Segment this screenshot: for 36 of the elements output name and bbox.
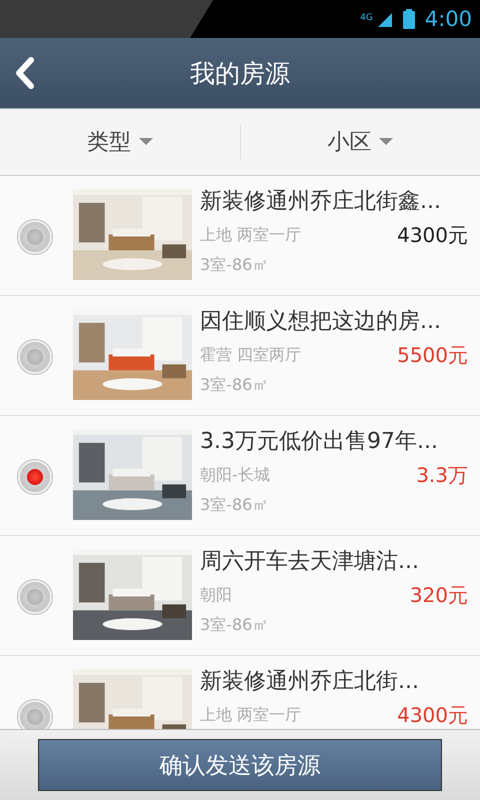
listing-location: 朝阳-长城 — [200, 464, 270, 486]
listing-price: 320元 — [410, 582, 468, 608]
battery-icon — [402, 9, 415, 29]
radio-button[interactable] — [18, 340, 52, 374]
back-chevron-icon — [14, 56, 36, 90]
network-label: 4G — [360, 13, 373, 23]
listing-detail: 3室-86㎡ — [200, 254, 270, 276]
radio-button[interactable] — [18, 580, 52, 614]
listing-detail: 3室-86㎡ — [200, 494, 270, 516]
back-button[interactable] — [14, 56, 36, 90]
listing-title: 周六开车去天津塘沽... — [200, 548, 420, 576]
listing-detail: 3室-86㎡ — [200, 614, 270, 636]
filter-dropdown[interactable]: 小区 — [240, 126, 480, 158]
radio-button[interactable] — [18, 460, 52, 494]
radio-button[interactable] — [18, 700, 52, 729]
listing-location: 霍营 四室两厅 — [200, 344, 302, 366]
listing-title: 3.3万元低价出售97年... — [200, 428, 439, 456]
listing-price: 5500元 — [397, 342, 468, 368]
filter-dropdown[interactable]: 类型 — [0, 126, 240, 158]
listing-price: 3.3万 — [416, 462, 468, 488]
listing-title: 新装修通州乔庄北街鑫... — [200, 188, 442, 216]
listing-detail: 3室-86㎡ — [200, 374, 270, 396]
signal-icon — [376, 11, 393, 27]
caret-icon — [138, 138, 153, 146]
listing-title: 新装修通州乔庄北街... — [200, 668, 420, 696]
clock-time: 4:00 — [424, 7, 472, 31]
radio-button[interactable] — [18, 220, 52, 254]
listing-title: 因住顺义想把这边的房... — [200, 308, 442, 336]
listing-price: 4300元 — [397, 222, 468, 248]
listing-location: 上地 两室一厅 — [200, 704, 302, 726]
confirm-button[interactable]: 确认发送该房源 — [38, 739, 442, 791]
listing-location: 朝阳 — [200, 584, 232, 606]
caret-icon — [379, 138, 394, 146]
page-title: 我的房源 — [190, 58, 290, 90]
listing-price: 4300元 — [397, 702, 468, 728]
listing-location: 上地 两室一厅 — [200, 224, 302, 246]
